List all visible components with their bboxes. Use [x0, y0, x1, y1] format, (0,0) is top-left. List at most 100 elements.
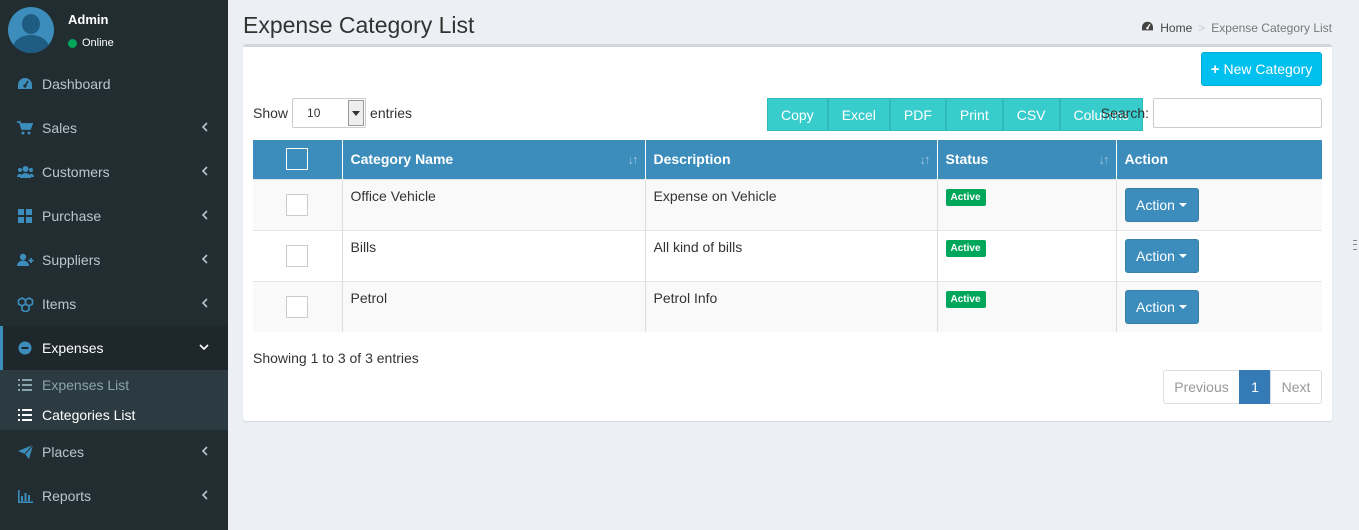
chevron-left-icon [198, 489, 210, 501]
status-badge: Active [945, 189, 986, 206]
sidebar-menu: Dashboard Sales Customers Purchase Suppl… [0, 62, 228, 518]
action-dropdown-button[interactable]: Action [1124, 238, 1199, 273]
search-input[interactable] [1153, 98, 1322, 128]
entries-label: entries [370, 105, 413, 121]
sidebar-item-sales[interactable]: Sales [0, 106, 228, 150]
category-list-box: + New Category Show 10 entries Copy Exce… [243, 44, 1332, 421]
select-all-checkbox[interactable] [286, 148, 308, 171]
users-icon [16, 165, 34, 179]
avatar [8, 7, 54, 53]
table-row: Office Vehicle Expense on Vehicle Active… [253, 178, 1322, 230]
submenu-item-label: Expenses List [42, 377, 130, 393]
sort-icon: ↓↑ [919, 152, 931, 167]
print-button[interactable]: Print [945, 98, 1003, 131]
action-cell: Action [1116, 280, 1322, 332]
column-header-category-name[interactable]: Category Name ↓↑ [342, 140, 646, 179]
user-status-label: Online [82, 37, 114, 49]
table-row: Petrol Petrol Info Active Action [253, 280, 1322, 332]
column-header-status[interactable]: Status ↓↑ [937, 140, 1117, 179]
action-dropdown-button[interactable]: Action [1124, 187, 1199, 222]
entries-length-value: 10 [307, 106, 321, 120]
plus-icon: + [1210, 60, 1220, 78]
sidebar-item-label: Sales [42, 120, 78, 136]
list-icon [18, 379, 34, 391]
sidebar-item-reports[interactable]: Reports [0, 474, 228, 518]
status-badge: Active [945, 240, 986, 257]
table-row: Bills All kind of bills Active Action [253, 229, 1322, 281]
row-checkbox-cell [253, 229, 343, 281]
paper-plane-icon [16, 445, 34, 459]
grid-icon [16, 209, 34, 223]
next-page-button[interactable]: Next [1270, 370, 1322, 404]
sidebar-item-label: Dashboard [42, 76, 111, 92]
category-name-cell: Bills [342, 229, 646, 281]
online-dot-icon [68, 38, 77, 48]
row-checkbox[interactable] [286, 193, 308, 216]
row-checkbox[interactable] [286, 295, 308, 318]
description-cell: Petrol Info [645, 280, 938, 332]
description-cell: All kind of bills [645, 229, 938, 281]
content: Expense Category List Home > Expense Cat… [228, 0, 1359, 530]
sidebar-item-label: Reports [42, 488, 92, 504]
previous-page-button[interactable]: Previous [1163, 370, 1240, 404]
list-icon [18, 409, 34, 421]
search-label: Search: [1100, 105, 1149, 121]
entries-length-control: Show 10 entries [253, 98, 412, 128]
category-name-cell: Office Vehicle [342, 178, 646, 230]
sidebar-item-dashboard[interactable]: Dashboard [0, 62, 228, 106]
sidebar-item-customers[interactable]: Customers [0, 150, 228, 194]
sort-icon: ↓↑ [627, 152, 639, 167]
sidebar-item-purchase[interactable]: Purchase [0, 194, 228, 238]
sidebar-item-places[interactable]: Places [0, 430, 228, 474]
chevron-left-icon [198, 253, 210, 265]
column-header-action: Action [1116, 140, 1322, 179]
table-info: Showing 1 to 3 of 3 entries [253, 350, 419, 366]
sort-icon: ↓↑ [1098, 152, 1110, 167]
submenu-item-expenses-list[interactable]: Expenses List [0, 370, 228, 400]
chevron-left-icon [198, 121, 210, 133]
page-title: Expense Category List [243, 12, 475, 38]
search-control: Search: [1101, 98, 1322, 128]
page-1-button[interactable]: 1 [1239, 370, 1271, 404]
row-checkbox[interactable] [286, 244, 308, 267]
breadcrumb-home-link[interactable]: Home [1160, 21, 1192, 35]
chevron-left-icon [198, 165, 210, 177]
sidebar-item-items[interactable]: Items [0, 282, 228, 326]
breadcrumb: Home > Expense Category List [1141, 21, 1332, 35]
sidebar-item-label: Places [42, 444, 85, 460]
sidebar-item-expenses[interactable]: Expenses [0, 326, 228, 370]
cart-icon [16, 121, 34, 135]
excel-button[interactable]: Excel [827, 98, 890, 131]
new-category-label: New Category [1223, 61, 1313, 77]
column-header-description[interactable]: Description ↓↑ [645, 140, 938, 179]
submenu-item-categories-list[interactable]: Categories List [0, 400, 228, 430]
csv-button[interactable]: CSV [1002, 98, 1060, 131]
status-cell: Active [937, 280, 1117, 332]
new-category-button[interactable]: + New Category [1201, 52, 1322, 86]
pagination: Previous 1 Next [1163, 370, 1322, 404]
row-checkbox-cell [253, 280, 343, 332]
resize-grip-icon[interactable] [1353, 240, 1357, 250]
show-label: Show [253, 105, 289, 121]
row-checkbox-cell [253, 178, 343, 230]
user-name: Admin [68, 12, 109, 27]
sidebar: Admin Online Dashboard Sales Customers P… [0, 0, 228, 530]
sidebar-item-suppliers[interactable]: Suppliers [0, 238, 228, 282]
copy-button[interactable]: Copy [767, 98, 828, 131]
expenses-submenu: Expenses List Categories List [0, 370, 228, 430]
dashboard-icon [1141, 21, 1154, 35]
status-badge: Active [945, 291, 986, 309]
sidebar-item-label: Purchase [42, 208, 102, 224]
pdf-button[interactable]: PDF [889, 98, 946, 131]
bar-chart-icon [16, 489, 34, 503]
export-buttons: Copy Excel PDF Print CSV Columns [767, 98, 1143, 131]
caret-down-icon [1178, 304, 1187, 309]
minus-circle-icon [16, 341, 34, 355]
caret-down-icon [1178, 253, 1187, 258]
submenu-item-label: Categories List [42, 407, 136, 423]
user-panel: Admin Online [0, 0, 228, 62]
action-dropdown-button[interactable]: Action [1124, 289, 1199, 324]
sidebar-item-label: Customers [42, 164, 110, 180]
breadcrumb-current: Expense Category List [1211, 21, 1332, 35]
entries-length-select[interactable]: 10 [292, 98, 367, 128]
